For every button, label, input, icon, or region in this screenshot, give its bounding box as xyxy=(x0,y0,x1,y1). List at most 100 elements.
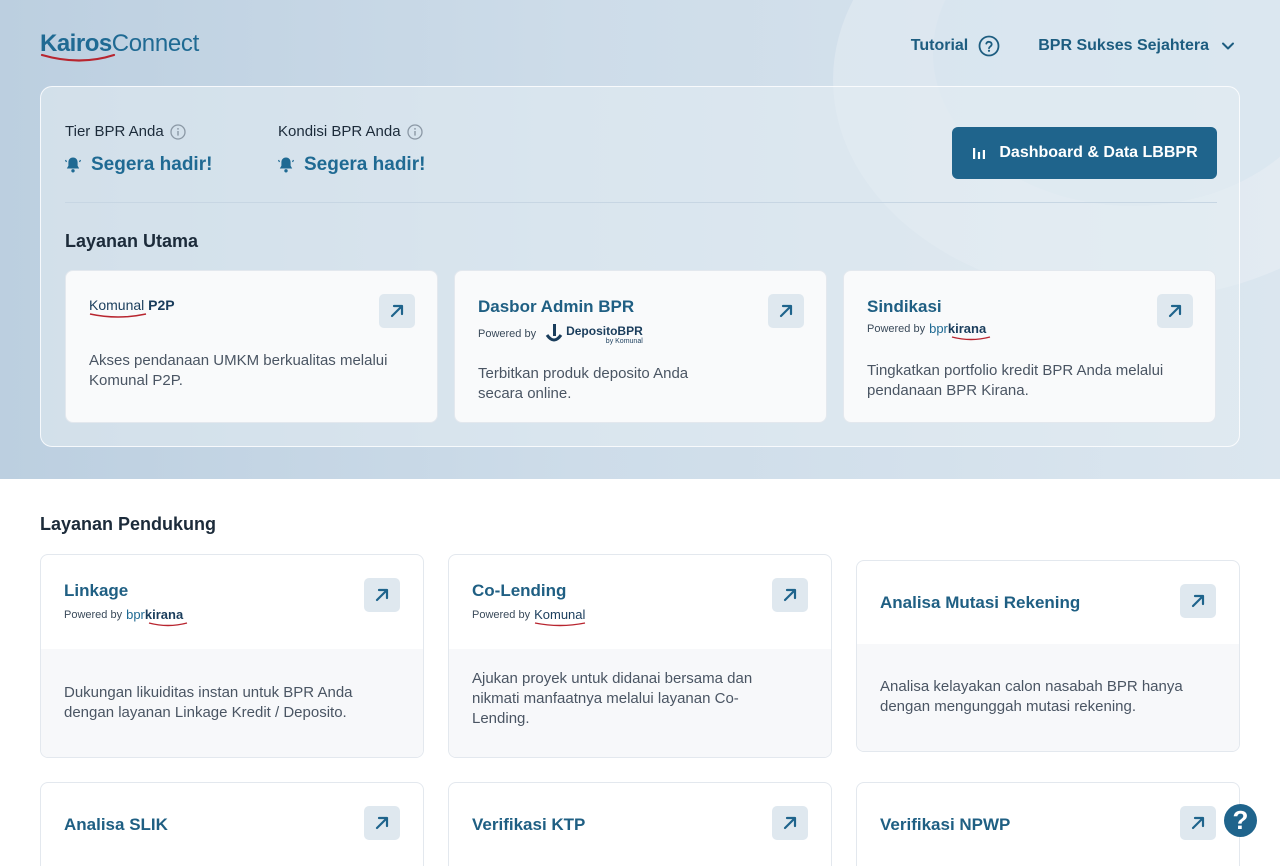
powered-by-row: Powered by DepositoBPR by Komunal xyxy=(478,323,643,345)
card-description: Terbitkan produk deposito Anda secara on… xyxy=(478,365,689,402)
powered-by-label: Powered by xyxy=(478,328,537,340)
bell-icon xyxy=(278,157,294,173)
dasbor-admin-bpr-card[interactable]: Dasbor Admin BPR Powered by DepositoBPR … xyxy=(454,270,827,423)
logo-swoosh-icon xyxy=(40,53,116,62)
arrow-up-right-icon xyxy=(783,816,797,830)
chevron-down-icon xyxy=(1222,42,1234,50)
powered-by-row: Powered by Komunal xyxy=(472,607,586,627)
verifikasi-npwp-card[interactable]: Verifikasi NPWP xyxy=(856,782,1240,866)
linkage-card[interactable]: Linkage Powered by bprkirana Dukungan li… xyxy=(40,554,424,758)
komunal-logo-text: Komunal xyxy=(89,297,145,313)
top-navigation: Tutorial BPR Sukses Sejahtera xyxy=(911,35,1235,57)
floating-help-button[interactable]: ? xyxy=(1224,804,1257,837)
main-section-title: Layanan Utama xyxy=(65,231,199,251)
card-title: Analisa SLIK xyxy=(64,815,168,834)
sindikasi-card[interactable]: Sindikasi Powered by bprkirana Tingkatka… xyxy=(843,270,1216,423)
open-co-lending-button[interactable] xyxy=(772,578,808,612)
kondisi-value-row: Segera hadir! xyxy=(278,154,425,176)
tutorial-label: Tutorial xyxy=(910,37,969,54)
card-body: Ajukan proyek untuk didanai bersama dan … xyxy=(449,649,831,757)
help-circle-icon xyxy=(978,35,1000,57)
arrow-up-right-icon xyxy=(1191,816,1205,830)
kirana-logo-text: kirana xyxy=(947,321,987,336)
tutorial-link[interactable]: Tutorial xyxy=(911,35,1000,57)
powered-by-label: Powered by xyxy=(64,608,123,621)
card-title: Linkage xyxy=(64,581,129,600)
card-title: Co-Lending xyxy=(472,581,567,600)
dashboard-button-label: Dashboard & Data LBBPR xyxy=(999,144,1198,161)
kondisi-label: Kondisi BPR Anda xyxy=(278,123,401,140)
bpr-summary-panel: Tier BPR Anda Segera hadir! Kondisi BPR … xyxy=(40,86,1240,447)
open-analisa-mutasi-button[interactable] xyxy=(1180,584,1216,618)
tier-label: Tier BPR Anda xyxy=(65,123,164,140)
help-question-icon: ? xyxy=(1232,805,1249,835)
komunal-p2p-card[interactable]: Komunal P2P Akses pendanaan UMKM berkual… xyxy=(65,270,438,423)
bell-icon xyxy=(65,157,81,173)
bprkirana-logo: bprkirana xyxy=(126,607,188,627)
komunal-logo: Komunal xyxy=(534,607,586,627)
komunal-logo-text: Komunal xyxy=(534,607,586,622)
arrow-up-right-icon xyxy=(1191,594,1205,608)
support-section-title: Layanan Pendukung xyxy=(40,514,217,534)
open-verifikasi-ktp-button[interactable] xyxy=(772,806,808,840)
powered-by-label: Powered by xyxy=(867,322,926,335)
depositobpr-logo-icon xyxy=(545,324,563,342)
powered-by-row: Powered by bprkirana xyxy=(64,607,188,627)
kirana-swoosh-icon xyxy=(148,622,188,627)
open-verifikasi-npwp-button[interactable] xyxy=(1180,806,1216,840)
card-description: Dukungan likuiditas instan untuk BPR And… xyxy=(64,684,353,721)
open-linkage-button[interactable] xyxy=(364,578,400,612)
open-dasbor-admin-button[interactable] xyxy=(768,294,804,328)
analisa-slik-card[interactable]: Analisa SLIK xyxy=(40,782,424,866)
bpr-name: BPR Sukses Sejahtera xyxy=(1038,37,1209,54)
card-body: Analisa kelayakan calon nasabah BPR hany… xyxy=(857,644,1239,751)
komunal-p2p-logo: Komunal P2P xyxy=(89,297,175,318)
card-description: Tingkatkan portfolio kredit BPR Anda mel… xyxy=(867,362,1164,399)
card-title: Verifikasi KTP xyxy=(472,815,586,834)
kondisi-label-row: Kondisi BPR Anda xyxy=(278,123,425,140)
dashboard-lbbpr-button[interactable]: Dashboard & Data LBBPR xyxy=(952,127,1217,179)
arrow-up-right-icon xyxy=(375,588,389,602)
hero-section: KairosConnect Tutorial BPR Sukses Sejaht… xyxy=(0,0,1280,479)
kirana-swoosh-icon xyxy=(951,336,991,341)
card-title: Sindikasi xyxy=(867,297,942,316)
arrow-up-right-icon xyxy=(375,816,389,830)
analisa-mutasi-rekening-card[interactable]: Analisa Mutasi Rekening Analisa kelayaka… xyxy=(856,560,1240,752)
open-analisa-slik-button[interactable] xyxy=(364,806,400,840)
card-description: Akses pendanaan UMKM berkualitas melalui… xyxy=(89,352,388,389)
card-title: Dasbor Admin BPR xyxy=(478,297,635,316)
arrow-up-right-icon xyxy=(1168,304,1182,318)
kondisi-value: Segera hadir! xyxy=(304,154,426,175)
info-icon[interactable] xyxy=(170,123,186,140)
by-komunal-text: by Komunal xyxy=(605,337,643,345)
kondisi-bpr-block: Kondisi BPR Anda Segera hadir! xyxy=(278,123,425,176)
kairos-connect-logo[interactable]: KairosConnect xyxy=(40,30,199,64)
depositobpr-text: DepositoBPR xyxy=(566,323,643,338)
tier-label-row: Tier BPR Anda xyxy=(65,123,212,140)
verifikasi-ktp-card[interactable]: Verifikasi KTP xyxy=(448,782,832,866)
powered-by-label: Powered by xyxy=(472,608,531,621)
arrow-up-right-icon xyxy=(779,304,793,318)
card-title: Analisa Mutasi Rekening xyxy=(880,593,1081,612)
bar-chart-icon xyxy=(973,148,986,159)
arrow-up-right-icon xyxy=(390,304,404,318)
co-lending-card[interactable]: Co-Lending Powered by Komunal Ajukan pro… xyxy=(448,554,832,758)
card-title: Verifikasi NPWP xyxy=(880,815,1011,834)
bpr-account-dropdown[interactable]: BPR Sukses Sejahtera xyxy=(1038,37,1235,55)
open-komunal-p2p-button[interactable] xyxy=(379,294,415,328)
bpr-logo-text: bpr xyxy=(929,321,948,336)
logo-light-text: Connect xyxy=(111,30,200,57)
komunal-swoosh-icon xyxy=(534,622,586,627)
tier-value: Segera hadir! xyxy=(91,154,213,175)
depositobpr-logo: DepositoBPR by Komunal xyxy=(566,324,643,345)
card-body: Dukungan likuiditas instan untuk BPR And… xyxy=(41,649,423,757)
arrow-up-right-icon xyxy=(783,588,797,602)
tier-value-row: Segera hadir! xyxy=(65,154,212,176)
card-description: Analisa kelayakan calon nasabah BPR hany… xyxy=(880,678,1183,715)
tier-bpr-block: Tier BPR Anda Segera hadir! xyxy=(65,123,212,176)
open-sindikasi-button[interactable] xyxy=(1157,294,1193,328)
kirana-logo-text: kirana xyxy=(144,607,184,622)
card-description: Ajukan proyek untuk didanai bersama dan … xyxy=(472,670,753,727)
info-icon[interactable] xyxy=(406,123,423,140)
komunal-swoosh-icon xyxy=(89,313,147,318)
